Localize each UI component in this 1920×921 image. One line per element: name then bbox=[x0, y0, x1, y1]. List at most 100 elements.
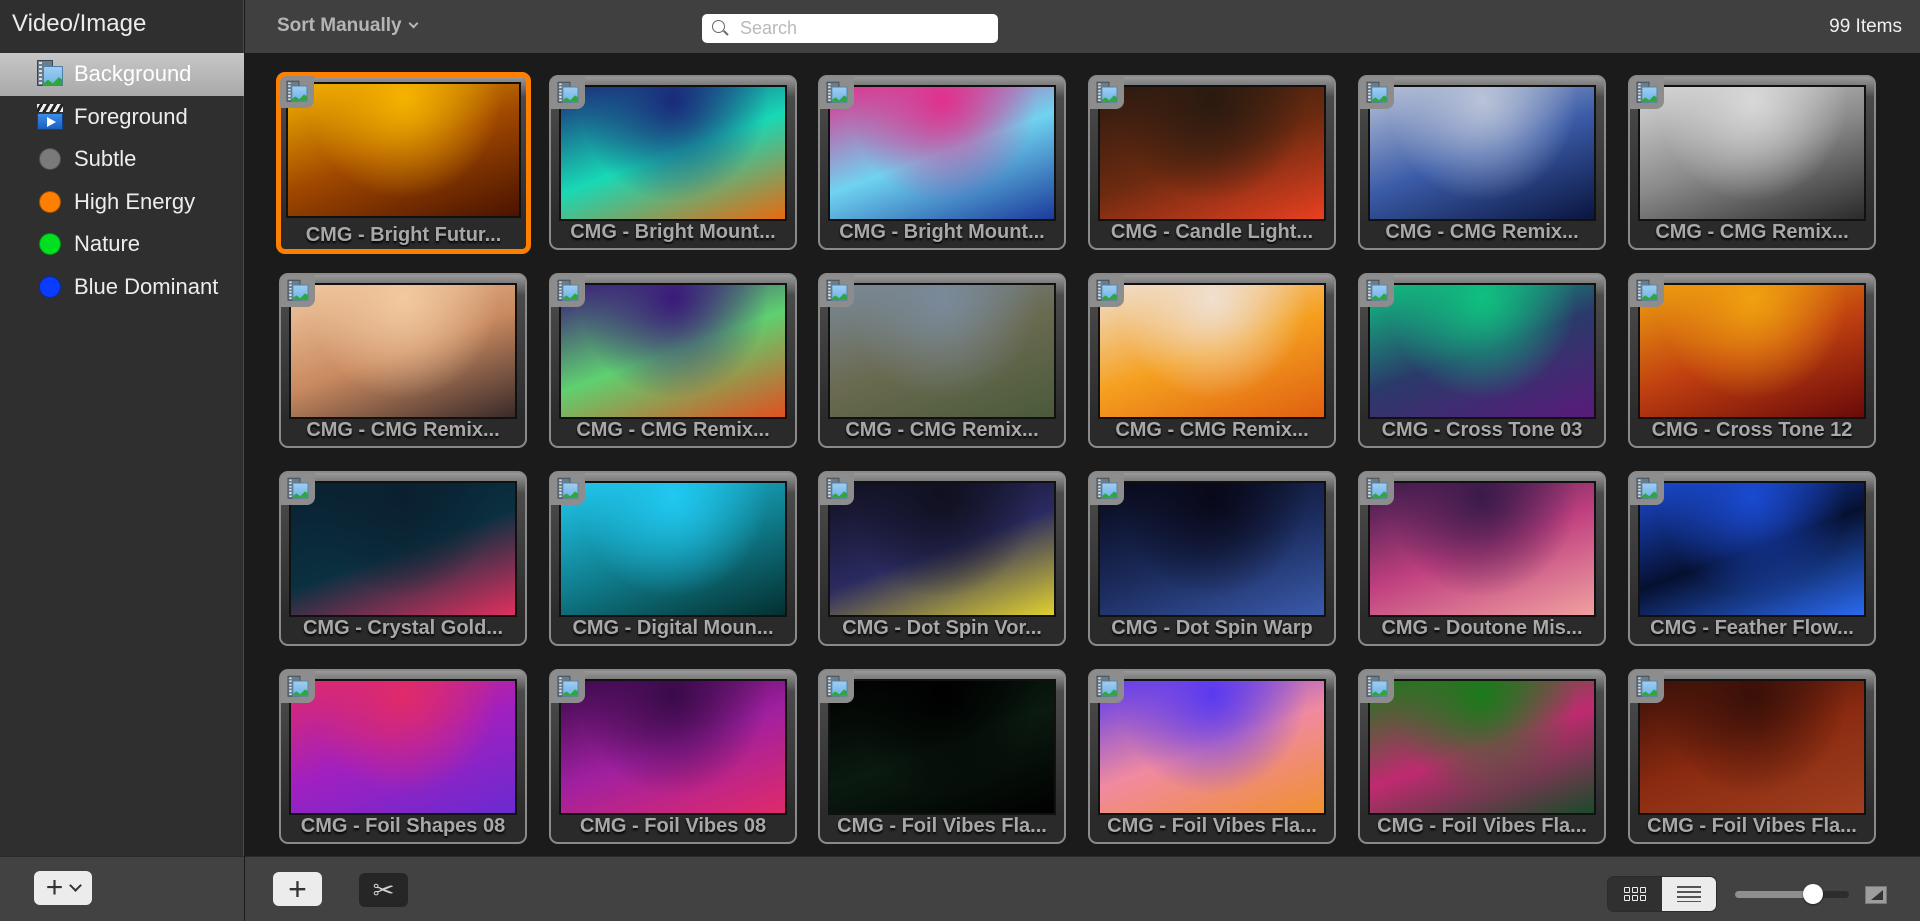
media-tile[interactable]: CMG - Crystal Gold... bbox=[279, 471, 527, 646]
media-tile[interactable]: CMG - Bright Mount... bbox=[549, 75, 797, 250]
plus-icon: + bbox=[288, 871, 307, 907]
media-title: CMG - Foil Vibes Fla... bbox=[1377, 815, 1587, 837]
media-title: CMG - CMG Remix... bbox=[576, 419, 770, 441]
image-type-badge-icon bbox=[1090, 671, 1124, 703]
media-tile[interactable]: CMG - Feather Flow... bbox=[1628, 471, 1876, 646]
image-type-badge-icon bbox=[820, 77, 854, 109]
media-thumbnail bbox=[828, 481, 1056, 617]
color-dot-icon bbox=[39, 190, 61, 213]
sidebar-item-subtle[interactable]: Subtle bbox=[0, 138, 244, 181]
media-tile[interactable]: CMG - Foil Vibes Fla... bbox=[1628, 669, 1876, 844]
media-title: CMG - CMG Remix... bbox=[306, 419, 500, 441]
media-thumbnail bbox=[1638, 85, 1866, 221]
media-title: CMG - Digital Moun... bbox=[572, 617, 774, 639]
media-tile[interactable]: CMG - CMG Remix... bbox=[1628, 75, 1876, 250]
chevron-down-icon bbox=[69, 879, 83, 892]
scissors-icon: ✂ bbox=[372, 874, 395, 905]
media-tile[interactable]: CMG - CMG Remix... bbox=[818, 273, 1066, 448]
sidebar-toolbar: + bbox=[0, 856, 244, 921]
media-tile[interactable]: CMG - Candle Light... bbox=[1088, 75, 1336, 250]
media-tile[interactable]: CMG - Doutone Mis... bbox=[1358, 471, 1606, 646]
color-dot-icon bbox=[39, 233, 61, 256]
media-title: CMG - Dot Spin Warp bbox=[1111, 617, 1313, 639]
media-title: CMG - Foil Vibes Fla... bbox=[837, 815, 1047, 837]
item-count: 99 Items bbox=[1829, 16, 1902, 37]
image-type-badge-icon bbox=[551, 671, 585, 703]
thumbnail-size-icon bbox=[1865, 886, 1887, 904]
media-title: CMG - CMG Remix... bbox=[845, 419, 1039, 441]
media-title: CMG - CMG Remix... bbox=[1115, 419, 1309, 441]
media-tile[interactable]: CMG - Foil Shapes 08 bbox=[279, 669, 527, 844]
sidebar-item-nature[interactable]: Nature bbox=[0, 223, 244, 266]
media-thumbnail bbox=[559, 481, 787, 617]
sort-dropdown[interactable]: Sort Manually bbox=[277, 15, 419, 37]
sidebar-item-blue-dominant[interactable]: Blue Dominant bbox=[0, 266, 244, 309]
trim-button[interactable]: ✂ bbox=[359, 873, 408, 907]
app-window: Video/Image Background Foreground Subtle… bbox=[0, 0, 1920, 921]
search-field[interactable] bbox=[702, 14, 998, 43]
sidebar-item-label: Background bbox=[74, 61, 192, 87]
media-thumbnail bbox=[289, 283, 517, 419]
media-thumbnail bbox=[1098, 85, 1326, 221]
slider-knob[interactable] bbox=[1802, 884, 1823, 904]
bottom-toolbar: + ✂ bbox=[245, 856, 1920, 921]
image-type-badge-icon bbox=[820, 671, 854, 703]
media-tile[interactable]: CMG - CMG Remix... bbox=[1088, 273, 1336, 448]
image-type-badge-icon bbox=[281, 473, 315, 505]
image-type-badge-icon bbox=[1360, 671, 1394, 703]
media-thumbnail bbox=[1368, 679, 1596, 815]
sidebar: Video/Image Background Foreground Subtle… bbox=[0, 0, 244, 921]
media-thumbnail bbox=[289, 481, 517, 617]
media-thumbnail bbox=[559, 679, 787, 815]
media-title: CMG - Candle Light... bbox=[1110, 221, 1314, 243]
media-title: CMG - Cross Tone 12 bbox=[1651, 419, 1853, 441]
media-title: CMG - Doutone Mis... bbox=[1381, 617, 1583, 639]
image-type-badge-icon bbox=[1360, 473, 1394, 505]
image-type-badge-icon bbox=[280, 76, 314, 108]
view-mode-toggle bbox=[1607, 876, 1717, 912]
media-thumbnail bbox=[559, 85, 787, 221]
grid-view-button[interactable] bbox=[1608, 877, 1662, 911]
clapperboard-video-icon bbox=[36, 103, 64, 131]
add-media-button[interactable]: + bbox=[273, 872, 322, 906]
media-title: CMG - Foil Vibes Fla... bbox=[1647, 815, 1857, 837]
image-type-badge-icon bbox=[1090, 275, 1124, 307]
media-tile[interactable]: CMG - Digital Moun... bbox=[549, 471, 797, 646]
image-type-badge-icon bbox=[1090, 473, 1124, 505]
media-tile[interactable]: CMG - Foil Vibes 08 bbox=[549, 669, 797, 844]
media-thumbnail bbox=[1638, 679, 1866, 815]
media-thumbnail bbox=[1638, 481, 1866, 617]
add-playlist-menu-button[interactable]: + bbox=[34, 871, 92, 905]
list-icon bbox=[1677, 886, 1701, 902]
thumbnail-size-slider[interactable] bbox=[1735, 884, 1849, 904]
media-tile[interactable]: CMG - Dot Spin Vor... bbox=[818, 471, 1066, 646]
media-tile[interactable]: CMG - Dot Spin Warp bbox=[1088, 471, 1336, 646]
sidebar-item-label: Subtle bbox=[74, 146, 137, 172]
media-tile[interactable]: CMG - Cross Tone 03 bbox=[1358, 273, 1606, 448]
media-thumbnail bbox=[1098, 679, 1326, 815]
media-tile[interactable]: CMG - CMG Remix... bbox=[1358, 75, 1606, 250]
media-title: CMG - Foil Vibes Fla... bbox=[1107, 815, 1317, 837]
media-tile[interactable]: CMG - CMG Remix... bbox=[549, 273, 797, 448]
media-tile[interactable]: CMG - Foil Vibes Fla... bbox=[1358, 669, 1606, 844]
sidebar-item-label: High Energy bbox=[74, 188, 196, 214]
media-tile[interactable]: CMG - Cross Tone 12 bbox=[1628, 273, 1876, 448]
media-tile[interactable]: CMG - Foil Vibes Fla... bbox=[1088, 669, 1336, 844]
image-type-badge-icon bbox=[1630, 671, 1664, 703]
image-type-badge-icon bbox=[820, 275, 854, 307]
sidebar-item-label: Nature bbox=[74, 231, 141, 257]
media-title: CMG - Bright Futur... bbox=[305, 224, 502, 246]
sidebar-item-background[interactable]: Background bbox=[0, 53, 244, 96]
media-tile[interactable]: CMG - Bright Mount... bbox=[818, 75, 1066, 250]
search-input[interactable] bbox=[740, 18, 980, 39]
media-thumbnail bbox=[1638, 283, 1866, 419]
sidebar-item-high-energy[interactable]: High Energy bbox=[0, 181, 244, 224]
media-tile[interactable]: CMG - Foil Vibes Fla... bbox=[818, 669, 1066, 844]
list-view-button[interactable] bbox=[1662, 877, 1716, 911]
media-thumbnail bbox=[559, 283, 787, 419]
media-tile[interactable]: CMG - CMG Remix... bbox=[279, 273, 527, 448]
media-tile[interactable]: CMG - Bright Futur... bbox=[276, 72, 531, 254]
sidebar-item-foreground[interactable]: Foreground bbox=[0, 96, 244, 139]
media-thumbnail bbox=[828, 283, 1056, 419]
media-thumbnail bbox=[1368, 481, 1596, 617]
